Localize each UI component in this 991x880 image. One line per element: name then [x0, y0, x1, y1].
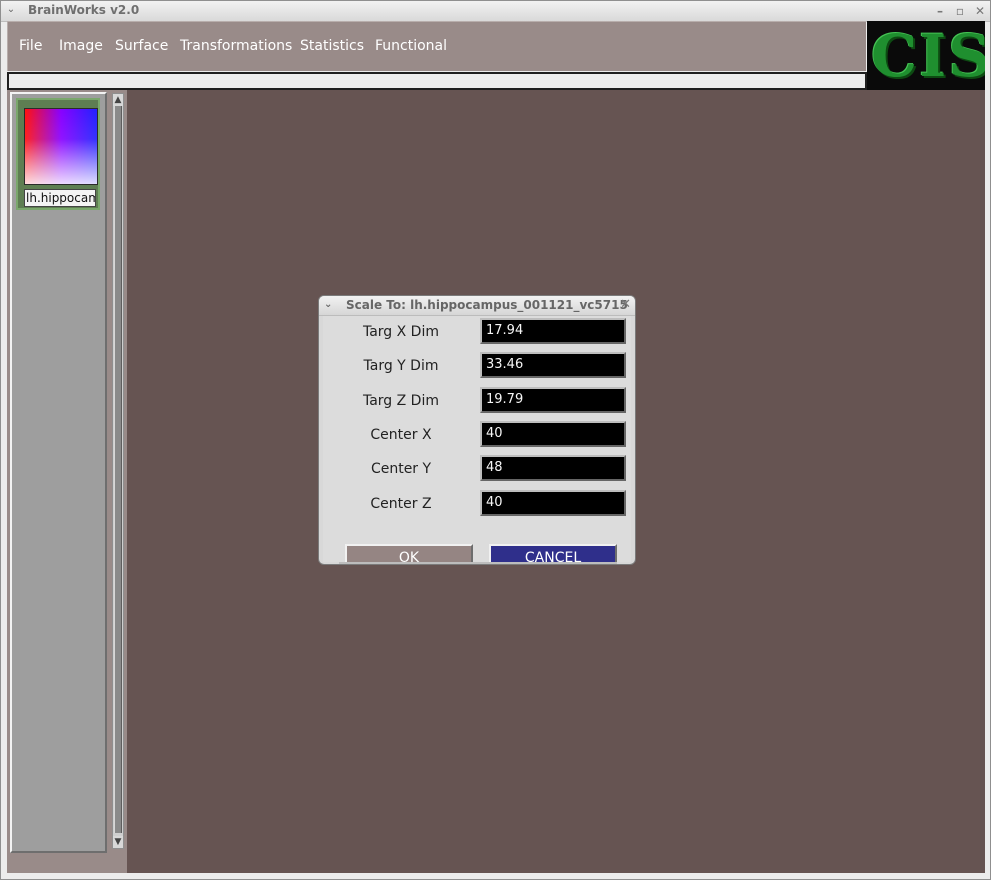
window-title: BrainWorks v2.0: [28, 3, 140, 17]
dialog-bottom-strip: [339, 562, 617, 564]
surface-thumbnail-card[interactable]: lh.hippocamp: [16, 98, 100, 210]
menu-file[interactable]: File: [19, 38, 42, 54]
dialog-close-icon[interactable]: ✕: [620, 297, 631, 312]
maximize-icon[interactable]: ▫: [952, 3, 968, 19]
minimize-icon[interactable]: –: [932, 3, 948, 19]
surface-thumbnail-label[interactable]: lh.hippocamp: [24, 189, 96, 207]
arrow-down-icon[interactable]: ▼: [113, 836, 123, 848]
targ-y-dim-input[interactable]: 33.46: [480, 352, 626, 378]
targ-z-dim-label: Targ Z Dim: [362, 393, 439, 409]
thumbnail-list: lh.hippocamp: [10, 92, 107, 853]
main-menu-bar: File Image Surface Transformations Stati…: [7, 21, 866, 71]
surface-thumbnail-image[interactable]: [24, 108, 98, 185]
title-bar[interactable]: ⌄ BrainWorks v2.0 – ▫ ✕: [1, 1, 990, 22]
targ-x-dim-label: Targ X Dim: [362, 324, 439, 340]
arrow-up-icon[interactable]: ▲: [113, 94, 123, 106]
dialog-body: Targ X Dim 17.94 Targ Y Dim 33.46 Targ Z…: [323, 316, 631, 564]
scroll-thumb[interactable]: [114, 106, 122, 833]
menu-transformations[interactable]: Transformations: [180, 38, 292, 54]
window-menu-icon[interactable]: ⌄: [5, 4, 17, 16]
menu-surface[interactable]: Surface: [115, 38, 168, 54]
dialog-title-bar[interactable]: ⌄ Scale To: lh.hippocampus_001121_vc5715…: [319, 296, 635, 316]
logo-text: CIS: [871, 22, 985, 90]
targ-z-dim-input[interactable]: 19.79: [480, 387, 626, 413]
window-right-edge: [985, 90, 990, 873]
thumbnail-panel: lh.hippocamp ▲ ▼: [7, 90, 127, 873]
menu-functional[interactable]: Functional: [375, 38, 447, 54]
thumbnail-scrollbar[interactable]: ▲ ▼: [112, 93, 124, 849]
center-y-label: Center Y: [370, 461, 432, 477]
center-x-label: Center X: [370, 427, 432, 443]
center-x-input[interactable]: 40: [480, 421, 626, 447]
window-bottom-edge: [7, 873, 985, 879]
scale-to-dialog: ⌄ Scale To: lh.hippocampus_001121_vc5715…: [318, 295, 636, 565]
menu-image[interactable]: Image: [59, 38, 103, 54]
center-z-input[interactable]: 40: [480, 490, 626, 516]
menu-statistics[interactable]: Statistics: [300, 38, 364, 54]
targ-x-dim-input[interactable]: 17.94: [480, 318, 626, 344]
cis-logo: CIS: [867, 21, 985, 90]
dialog-menu-icon[interactable]: ⌄: [324, 299, 332, 310]
center-z-label: Center Z: [370, 496, 432, 512]
close-icon[interactable]: ✕: [972, 3, 988, 19]
targ-y-dim-label: Targ Y Dim: [363, 358, 439, 374]
status-bar: [7, 72, 867, 90]
center-y-input[interactable]: 48: [480, 455, 626, 481]
dialog-title: Scale To: lh.hippocampus_001121_vc5715: [346, 298, 628, 312]
app-window: ⌄ BrainWorks v2.0 – ▫ ✕ File Image Surfa…: [0, 0, 991, 880]
